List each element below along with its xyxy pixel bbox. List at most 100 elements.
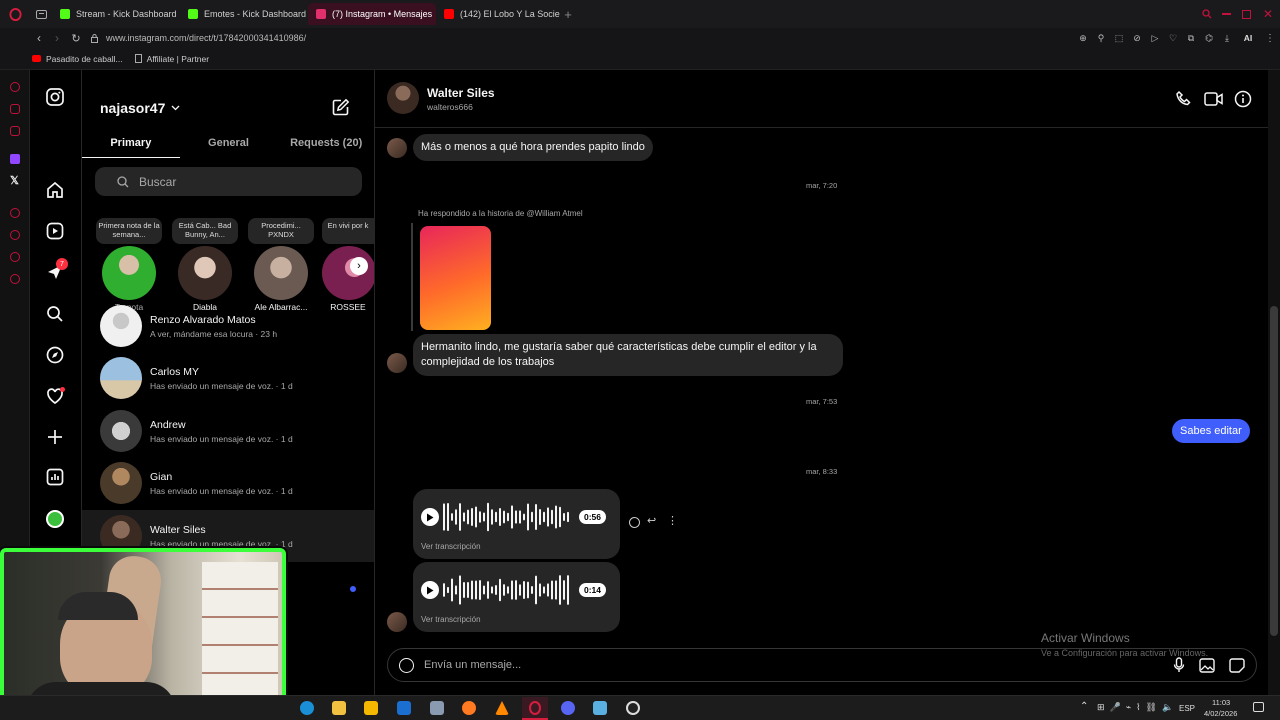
history-icon[interactable] bbox=[10, 230, 20, 240]
clock-time[interactable]: 11:03 bbox=[1212, 698, 1230, 707]
browser-tab[interactable]: Stream - Kick Dashboard bbox=[52, 3, 180, 25]
phone-icon[interactable] bbox=[1175, 90, 1193, 113]
snapshot-icon[interactable]: ⬚ bbox=[1110, 33, 1128, 44]
outlook-icon[interactable] bbox=[397, 701, 411, 715]
heart-icon[interactable]: ♡ bbox=[1164, 33, 1182, 44]
tab-primary[interactable]: Primary bbox=[82, 128, 180, 158]
zoom-icon[interactable]: ⊕ bbox=[1074, 33, 1092, 44]
transcript-link[interactable]: Ver transcripción bbox=[421, 542, 481, 551]
x-icon[interactable]: 𝕏 bbox=[10, 174, 19, 187]
reload-icon[interactable]: ↻ bbox=[66, 32, 86, 45]
store-icon[interactable] bbox=[364, 701, 378, 715]
video-call-icon[interactable] bbox=[1204, 90, 1224, 113]
url-text[interactable]: www.instagram.com/direct/t/1784200034141… bbox=[106, 33, 306, 43]
menu-icon[interactable]: ⋮ bbox=[1260, 33, 1280, 44]
notes-next-icon[interactable]: › bbox=[350, 257, 368, 275]
note-item[interactable]: Está Cab... Bad Bunny, An... Diabla bbox=[172, 218, 238, 312]
vlc-icon[interactable] bbox=[495, 701, 509, 715]
info-icon[interactable] bbox=[1234, 90, 1252, 113]
messages-icon[interactable]: 7 bbox=[46, 258, 68, 283]
outgoing-message-bubble[interactable]: Sabes editar bbox=[1172, 419, 1250, 443]
contact-avatar[interactable] bbox=[387, 82, 419, 114]
clock-date[interactable]: 4/02/2026 bbox=[1204, 709, 1237, 718]
search-icon[interactable] bbox=[46, 305, 66, 325]
ai-icon[interactable] bbox=[10, 82, 20, 92]
sticker-icon[interactable] bbox=[1222, 657, 1252, 673]
create-icon[interactable] bbox=[46, 428, 66, 448]
waveform[interactable] bbox=[443, 574, 573, 606]
instagram-logo-icon[interactable] bbox=[46, 88, 66, 108]
reels-icon[interactable] bbox=[46, 222, 66, 242]
browser-tab[interactable]: (142) El Lobo Y La Socieda bbox=[436, 3, 560, 25]
opera-logo-icon[interactable] bbox=[0, 0, 30, 28]
back-icon[interactable]: ‹ bbox=[30, 31, 48, 45]
twitch-icon[interactable] bbox=[10, 154, 20, 164]
conversation-row[interactable]: Renzo Alvarado Matos A ver, mándame esa l… bbox=[82, 300, 374, 352]
pin-icon[interactable]: ⚲ bbox=[1092, 33, 1110, 44]
bookmark-item[interactable]: Pasadito de caball... bbox=[32, 54, 123, 64]
firefox-icon[interactable] bbox=[462, 701, 476, 715]
settings-icon[interactable] bbox=[10, 274, 20, 284]
profile-avatar[interactable] bbox=[46, 510, 64, 528]
waveform[interactable] bbox=[443, 501, 573, 533]
scrollbar-thumb[interactable] bbox=[1270, 306, 1278, 636]
language-indicator[interactable]: ESP bbox=[1179, 704, 1195, 713]
download-icon[interactable]: ⤓ bbox=[1218, 33, 1236, 44]
new-message-icon[interactable] bbox=[332, 98, 350, 121]
account-switcher[interactable]: najasor47 bbox=[100, 100, 180, 116]
app-icon[interactable] bbox=[593, 701, 607, 715]
extension-icon[interactable]: ⌬ bbox=[1200, 33, 1218, 44]
react-icon[interactable] bbox=[629, 517, 640, 528]
dashboard-icon[interactable] bbox=[46, 468, 66, 488]
search-tabs-icon[interactable] bbox=[1198, 0, 1216, 28]
app-icon[interactable] bbox=[430, 701, 444, 715]
opera-taskbar-icon[interactable] bbox=[522, 697, 548, 720]
tab-overview-icon[interactable] bbox=[30, 0, 52, 28]
note-item[interactable]: Primera nota de la semana... Tu nota bbox=[96, 218, 162, 312]
obs-icon[interactable] bbox=[626, 701, 640, 715]
tray-icons[interactable]: ⊞🎤⌁⌇⛓🔈 bbox=[1097, 702, 1178, 713]
aria-ai-button[interactable]: AI bbox=[1236, 33, 1260, 43]
file-explorer-icon[interactable] bbox=[332, 701, 346, 715]
adblock-icon[interactable]: ⊘ bbox=[1128, 33, 1146, 44]
tab-general[interactable]: General bbox=[180, 128, 278, 158]
contact-name[interactable]: Walter Siles bbox=[427, 86, 495, 100]
play-icon[interactable]: ▷ bbox=[1146, 33, 1164, 44]
tray-chevron-icon[interactable]: ⌃ bbox=[1080, 701, 1088, 712]
home-icon[interactable] bbox=[46, 181, 66, 201]
note-item[interactable]: Procedimi... PXNDX Ale Albarrac... bbox=[248, 218, 314, 312]
image-icon[interactable] bbox=[1192, 657, 1222, 673]
restore-window-icon[interactable] bbox=[1236, 0, 1256, 28]
more-options-icon[interactable]: ⋮ bbox=[667, 514, 678, 527]
discord-icon[interactable] bbox=[561, 701, 575, 715]
extensions-icon[interactable]: ⧉ bbox=[1182, 33, 1200, 44]
tab-requests[interactable]: Requests (20) bbox=[277, 128, 375, 158]
message-bubble[interactable]: Más o menos a qué hora prendes papito li… bbox=[413, 134, 653, 161]
conversation-row[interactable]: Andrew Has enviado un mensaje de voz. · 1… bbox=[82, 405, 374, 457]
notification-center-icon[interactable] bbox=[1253, 702, 1264, 712]
reply-icon[interactable]: ↩ bbox=[647, 514, 656, 527]
browser-tab[interactable]: Emotes - Kick Dashboard bbox=[180, 3, 308, 25]
message-input[interactable]: Envía un mensaje... bbox=[424, 659, 1166, 671]
player-icon[interactable] bbox=[10, 208, 20, 218]
conversation-row[interactable]: Gian Has enviado un mensaje de voz. · 1 d bbox=[82, 457, 374, 509]
scrollbar[interactable] bbox=[1268, 70, 1280, 695]
microphone-icon[interactable] bbox=[1166, 657, 1192, 673]
new-tab-icon[interactable]: + bbox=[560, 0, 576, 28]
search-input[interactable]: Buscar bbox=[95, 167, 362, 196]
message-bubble[interactable]: Hermanito lindo, me gustaría saber qué c… bbox=[413, 334, 843, 376]
browser-tab-active[interactable]: (7) Instagram • Mensajes bbox=[308, 3, 436, 25]
transcript-link[interactable]: Ver transcripción bbox=[421, 615, 481, 624]
close-window-icon[interactable]: ✕ bbox=[1256, 0, 1280, 28]
conversation-row[interactable]: Carlos MY Has enviado un mensaje de voz. … bbox=[82, 352, 374, 404]
emoji-icon[interactable] bbox=[399, 657, 414, 673]
forward-icon[interactable]: › bbox=[48, 31, 66, 45]
notifications-heart-icon[interactable] bbox=[46, 387, 66, 407]
play-button[interactable] bbox=[421, 581, 439, 599]
story-thumbnail[interactable] bbox=[420, 226, 491, 330]
edge-icon[interactable] bbox=[300, 701, 314, 715]
explore-icon[interactable] bbox=[46, 346, 66, 366]
play-button[interactable] bbox=[421, 508, 439, 526]
pinboard-icon[interactable] bbox=[10, 252, 20, 262]
messenger-icon[interactable] bbox=[10, 104, 20, 114]
